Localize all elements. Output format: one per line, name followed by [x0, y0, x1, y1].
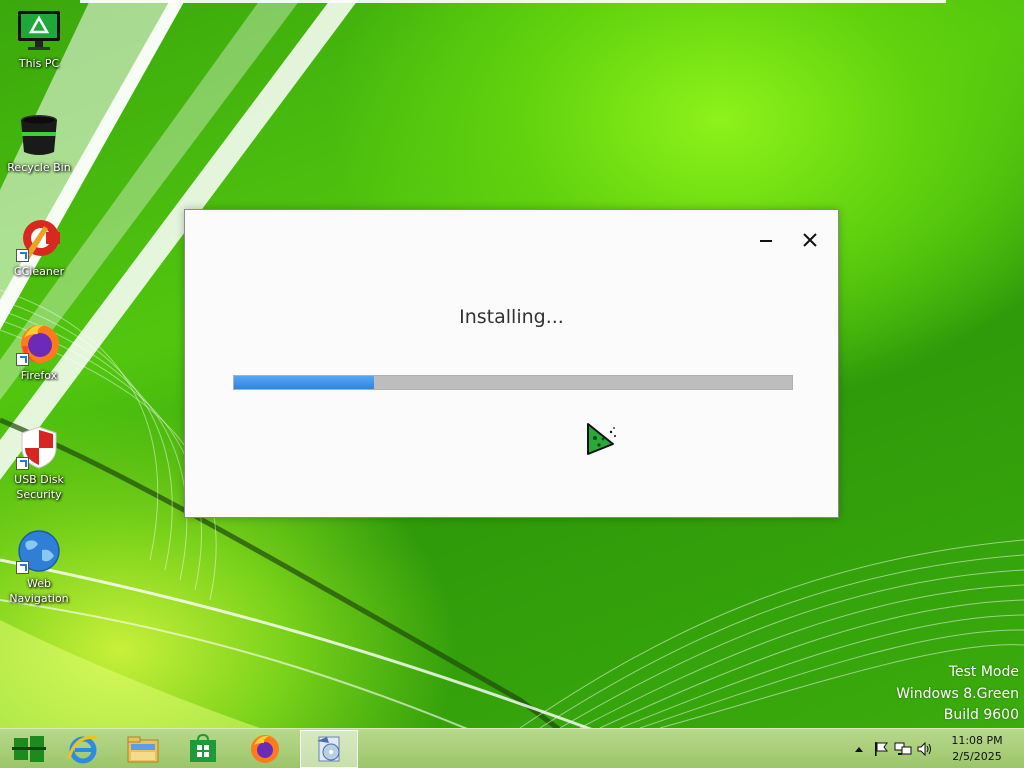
show-hidden-icons-button[interactable] — [848, 729, 870, 768]
installing-status-text: Installing... — [459, 306, 564, 328]
system-tray: 11:08 PM 2/5/2025 — [848, 729, 1024, 768]
desktop-icon-label: Recycle Bin — [7, 161, 71, 174]
installer-app-icon — [317, 736, 340, 762]
clock-date: 2/5/2025 — [952, 750, 1002, 763]
desktop-icon-ccleaner[interactable]: CCleaner — [0, 216, 78, 279]
watermark-line: Windows 8.Green — [896, 685, 1019, 702]
taskbar-installer-app[interactable] — [300, 730, 358, 768]
network-icon — [894, 742, 912, 755]
start-button[interactable] — [0, 730, 58, 768]
desktop-icon-usb-disk-security[interactable]: USB Disk Security — [0, 424, 78, 502]
desktop-icon-label: Web Navigation — [9, 577, 69, 605]
shortcut-arrow-icon — [16, 249, 29, 262]
taskbar: 11:08 PM 2/5/2025 — [0, 728, 1024, 768]
install-progress-bar — [233, 375, 793, 390]
desktop-icon-firefox[interactable]: Firefox — [0, 320, 78, 383]
minimize-icon — [760, 240, 772, 242]
taskbar-clock[interactable]: 11:08 PM 2/5/2025 — [944, 733, 1010, 765]
watermark-line: Test Mode — [948, 664, 1019, 680]
ccleaner-icon — [16, 216, 62, 262]
taskbar-internet-explorer[interactable] — [54, 730, 112, 768]
shortcut-arrow-icon — [16, 457, 29, 470]
store-icon — [190, 734, 216, 762]
installer-dialog: Installing... — [184, 209, 839, 518]
desktop-icon-label: USB Disk Security — [14, 473, 64, 501]
volume-icon — [917, 741, 931, 757]
minimize-button[interactable] — [752, 228, 780, 252]
close-button[interactable] — [796, 228, 824, 252]
close-icon — [803, 233, 817, 247]
desktop-icon-label: Firefox — [20, 369, 58, 382]
file-explorer-icon — [127, 736, 159, 763]
shield-icon — [16, 424, 62, 470]
action-center-flag-icon — [875, 742, 888, 756]
monitor-icon — [16, 8, 62, 54]
desktop-icon-recycle-bin[interactable]: Recycle Bin — [0, 112, 78, 175]
chevron-up-icon — [855, 747, 863, 752]
taskbar-store[interactable] — [174, 730, 232, 768]
network-button[interactable] — [892, 729, 914, 768]
desktop-icon-label: This PC — [18, 57, 60, 70]
desktop-icon-web-navigation[interactable]: Web Navigation — [0, 528, 78, 606]
internet-explorer-icon — [67, 735, 98, 764]
shortcut-arrow-icon — [16, 353, 29, 366]
start-icon — [12, 736, 46, 762]
install-progress-fill — [234, 376, 374, 389]
volume-button[interactable] — [914, 729, 936, 768]
taskbar-firefox[interactable] — [236, 730, 294, 768]
test-mode-watermark: Test Mode Windows 8.Green Build 9600 — [896, 662, 1019, 727]
shortcut-arrow-icon — [16, 561, 29, 574]
firefox-icon — [16, 320, 62, 366]
busy-cursor-icon — [585, 422, 619, 462]
desktop-icon-label: CCleaner — [13, 265, 65, 278]
firefox-icon — [251, 735, 279, 763]
watermark-line: Build 9600 — [943, 707, 1019, 723]
globe-icon — [16, 528, 62, 574]
action-center-button[interactable] — [870, 729, 892, 768]
clock-time: 11:08 PM — [951, 734, 1003, 747]
desktop-icon-this-pc[interactable]: This PC — [0, 8, 78, 71]
taskbar-file-explorer[interactable] — [114, 730, 172, 768]
recycle-bin-icon — [16, 112, 62, 158]
